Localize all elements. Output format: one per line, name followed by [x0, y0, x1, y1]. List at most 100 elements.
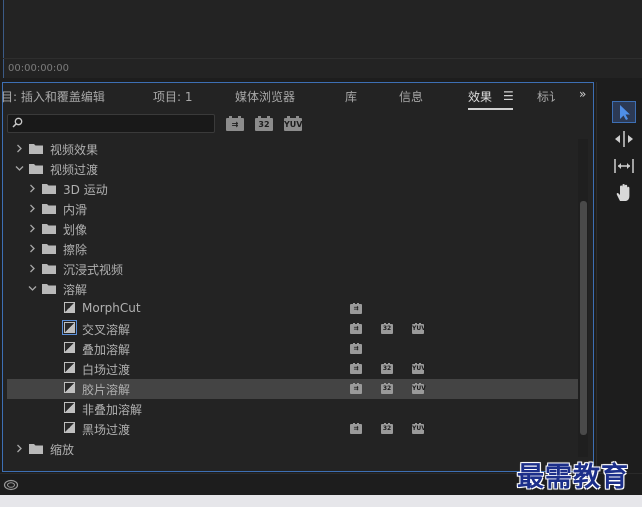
watermark-logo: 最需教育: [517, 462, 629, 493]
tab-project[interactable]: 项目: 1: [153, 88, 193, 105]
tree-effect-row[interactable]: MorphCut ⇉: [7, 299, 579, 319]
scrollbar-thumb[interactable]: [580, 201, 587, 435]
tree-folder-row[interactable]: 溶解: [7, 279, 579, 299]
tree-folder-row[interactable]: 内滑: [7, 199, 579, 219]
chevron-right-icon[interactable]: [15, 144, 24, 153]
transition-icon: [64, 302, 75, 313]
active-tab-indicator: [468, 108, 513, 110]
chevron-down-icon[interactable]: [15, 164, 24, 173]
tree-item-label: 非叠加溶解: [82, 403, 143, 417]
transition-icon: [64, 422, 75, 433]
bit32-badge: 32: [381, 363, 393, 374]
tree-effect-row[interactable]: 胶片溶解 ⇉ 32 YUV: [7, 379, 579, 399]
yuv-badge: YUV: [412, 423, 426, 434]
transition-icon: [62, 320, 77, 335]
tree-folder-row[interactable]: 视频效果: [7, 139, 579, 159]
panel-tab-bar: 目: 插入和覆盖编辑 项目: 1 媒体浏览器 库 信息 效果 ☰ 标讠: [1, 83, 593, 111]
tree-effect-row[interactable]: 叠加溶解 ⇉: [7, 339, 579, 359]
folder-icon: [42, 204, 56, 214]
chevron-right-icon[interactable]: [28, 244, 37, 253]
tree-item-label: 溶解: [63, 283, 88, 297]
transition-icon: [64, 362, 75, 373]
rolling-edit-tool-button[interactable]: [612, 155, 636, 177]
selection-tool-button[interactable]: [612, 101, 636, 123]
bit32-badge: 32: [381, 383, 393, 394]
tree-item-label: 胶片溶解: [82, 383, 131, 397]
folder-icon: [42, 184, 56, 194]
filter-yuv-button[interactable]: YUV: [284, 116, 302, 131]
folder-icon: [29, 444, 43, 454]
folder-icon: [29, 144, 43, 154]
chevron-right-icon[interactable]: [28, 184, 37, 193]
accelerated-badge: ⇉: [350, 323, 362, 334]
yuv-badge: YUV: [412, 323, 426, 334]
ripple-edit-icon: [615, 131, 633, 147]
hand-icon: [616, 184, 630, 201]
bit32-badge: 32: [381, 323, 393, 334]
folder-icon: [42, 224, 56, 234]
effects-search-input[interactable]: [7, 114, 215, 133]
tree-item-label: 擦除: [63, 243, 88, 257]
tree-item-label: 黑场过渡: [82, 423, 131, 437]
tree-effect-row[interactable]: 白场过渡 ⇉ 32 YUV: [7, 359, 579, 379]
panel-menu-icon[interactable]: ☰: [503, 89, 514, 103]
tab-effects[interactable]: 效果: [468, 88, 492, 105]
tab-info[interactable]: 信息: [399, 88, 423, 105]
tree-effect-row[interactable]: 非叠加溶解: [7, 399, 579, 419]
tree-effect-row[interactable]: 黑场过渡 ⇉ 32 YUV: [7, 419, 579, 439]
tab-library[interactable]: 库: [345, 88, 357, 105]
transition-icon: [64, 402, 75, 413]
chevron-right-icon[interactable]: [28, 204, 37, 213]
chevron-right-icon[interactable]: [15, 444, 24, 453]
tree-item-label: 视频过渡: [50, 163, 99, 177]
tree-item-label: 叠加溶解: [82, 343, 131, 357]
yuv-badge: YUV: [412, 363, 426, 374]
folder-icon: [29, 164, 43, 174]
accelerated-badge: ⇉: [350, 423, 362, 434]
chevron-right-icon[interactable]: [28, 224, 37, 233]
tree-item-label: 缩放: [50, 443, 75, 457]
tree-item-label: MorphCut: [82, 301, 141, 315]
taskbar-strip: [0, 495, 642, 507]
arrow-pointer-icon: [620, 105, 630, 120]
yuv-badge: YUV: [412, 383, 426, 394]
folder-icon: [42, 244, 56, 254]
search-icon: [12, 117, 23, 128]
hand-tool-button[interactable]: [612, 182, 636, 204]
folder-icon: [42, 284, 56, 294]
tree-item-label: 沉浸式视频: [63, 263, 124, 277]
accelerated-badge: ⇉: [350, 343, 362, 354]
tree-effect-row[interactable]: 交叉溶解 ⇉ 32 YUV: [7, 319, 579, 339]
bit32-badge: 32: [381, 423, 393, 434]
folder-icon: [42, 264, 56, 274]
track-select-tool-button[interactable]: [612, 128, 636, 150]
tree-folder-row[interactable]: 视频过渡: [7, 159, 579, 179]
panel-overflow-icon[interactable]: »: [579, 87, 586, 101]
rolling-edit-icon: [614, 159, 634, 173]
chevron-down-icon[interactable]: [28, 284, 37, 293]
tree-folder-row[interactable]: 划像: [7, 219, 579, 239]
tree-folder-row[interactable]: 沉浸式视频: [7, 259, 579, 279]
tree-item-label: 3D 运动: [63, 183, 108, 197]
tab-media-browser[interactable]: 媒体浏览器: [235, 88, 295, 105]
tree-folder-row[interactable]: 3D 运动: [7, 179, 579, 199]
tab-insert-overwrite[interactable]: 目: 插入和覆盖编辑: [1, 88, 105, 105]
program-monitor: [3, 0, 642, 78]
transition-icon: [64, 382, 75, 393]
tree-item-label: 视频效果: [50, 143, 99, 157]
filter-32bit-button[interactable]: 32: [255, 116, 273, 131]
effects-panel: 目: 插入和覆盖编辑 项目: 1 媒体浏览器 库 信息 效果 ☰ 标讠 ⇉ 32…: [1, 82, 594, 472]
filter-accelerated-button[interactable]: ⇉: [226, 116, 244, 131]
tree-item-label: 白场过渡: [82, 363, 131, 377]
tree-item-label: 内滑: [63, 203, 88, 217]
cloud-sync-icon[interactable]: [3, 479, 19, 491]
tree-folder-row[interactable]: 擦除: [7, 239, 579, 259]
tree-item-label: 交叉溶解: [82, 323, 131, 337]
tab-markers[interactable]: 标讠: [537, 88, 561, 105]
accelerated-badge: ⇉: [350, 383, 362, 394]
monitor-divider: [3, 58, 642, 59]
timecode-display[interactable]: 00:00:00:00: [8, 63, 69, 74]
tree-item-label: 划像: [63, 223, 88, 237]
chevron-right-icon[interactable]: [28, 264, 37, 273]
tree-folder-row[interactable]: 缩放: [7, 439, 579, 459]
